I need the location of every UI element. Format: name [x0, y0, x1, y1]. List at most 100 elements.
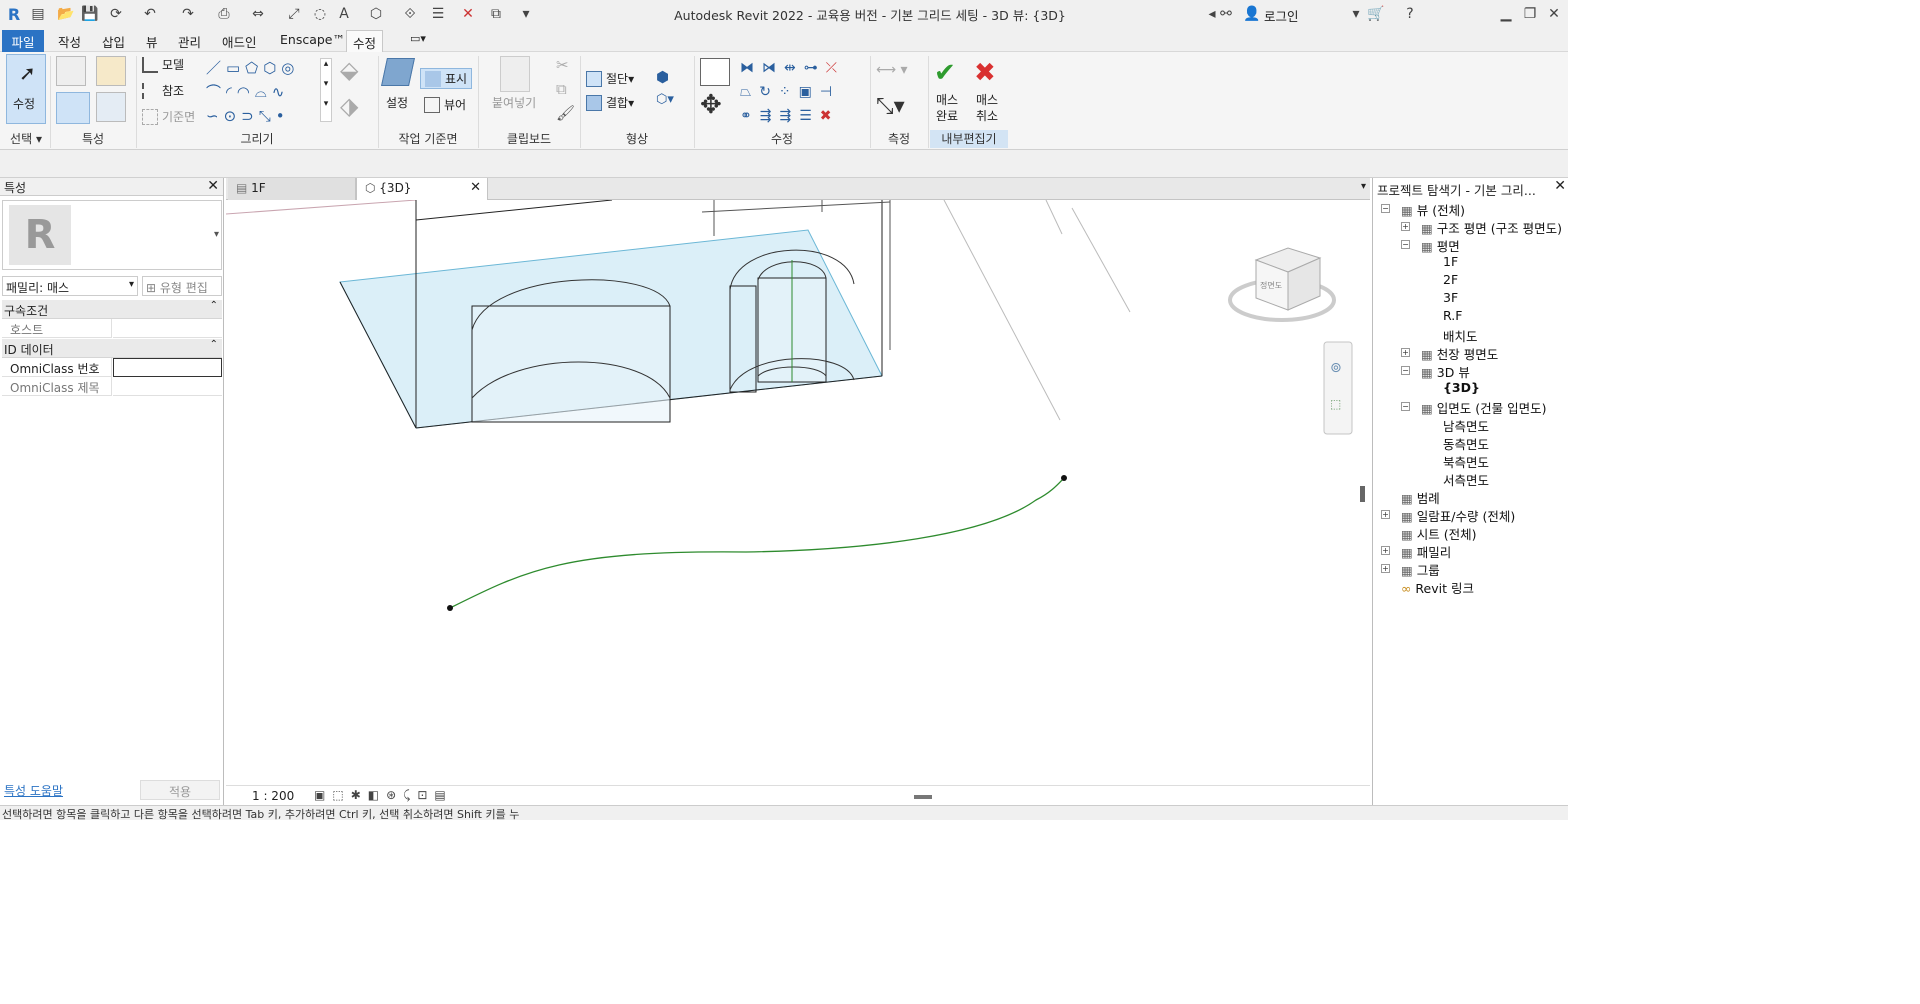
browser-item[interactable]: ▦ 그룹 [1401, 560, 1440, 579]
browser-item[interactable]: 3F [1443, 290, 1458, 305]
draw-row-2[interactable]: ⌒◜◠⌓∿ [206, 80, 318, 104]
browser-item[interactable]: ▦ 일람표/수량 (전체) [1401, 506, 1515, 525]
close-browser-icon[interactable]: ✕ [1554, 178, 1566, 194]
browser-item[interactable]: ▦ 시트 (전체) [1401, 524, 1477, 543]
join-geometry-button[interactable]: 결합 ▾ [586, 94, 634, 111]
view-tab-3d[interactable]: ⬡ {3D} ✕ [356, 178, 488, 200]
modify-row-3[interactable]: ⚭⇶⇶☰✖ [740, 104, 864, 128]
browser-item[interactable]: 남측면도 [1443, 416, 1489, 435]
model-canvas[interactable]: 정면도 ⊚ ⬚ [226, 200, 1370, 783]
paste-icon[interactable] [500, 56, 530, 92]
browser-item[interactable]: ▦ 범례 [1401, 488, 1440, 507]
modify-row-2[interactable]: ⏢↻⁘▣⊣ [740, 80, 864, 104]
family-category-icon[interactable] [96, 92, 126, 122]
restore-icon[interactable]: ❐ [1520, 4, 1540, 24]
align-icon[interactable] [700, 58, 730, 86]
vertical-scrollbar-thumb[interactable] [1360, 486, 1365, 502]
app-menu-icon[interactable]: ▤ [28, 4, 48, 24]
properties-icon[interactable] [56, 56, 86, 86]
finish-mass-icon[interactable]: ✔ [934, 58, 956, 88]
cut-geometry-button[interactable]: 절단 ▾ [586, 70, 634, 87]
cancel-mass-button[interactable]: 매스 취소 [976, 92, 998, 124]
sync-icon[interactable]: ⟳ [106, 4, 126, 24]
tree-toggle-icon[interactable]: − [1381, 204, 1390, 213]
open-icon[interactable]: 📂 [56, 4, 76, 24]
section-icon[interactable]: ⟐ [400, 4, 420, 24]
tree-toggle-icon[interactable]: + [1381, 546, 1390, 555]
copy-icon[interactable]: ⧉ [556, 80, 567, 98]
browser-item[interactable]: 북측면도 [1443, 452, 1489, 471]
match-properties-icon[interactable]: 🖌 [556, 104, 575, 122]
tab-create[interactable]: 작성 [52, 30, 87, 52]
tree-toggle-icon[interactable]: − [1401, 402, 1410, 411]
tab-insert[interactable]: 삽입 [96, 30, 131, 52]
type-selector-dropdown-icon[interactable]: ▾ [214, 229, 219, 240]
view-control-icons[interactable]: ▣⬚✱◧⊛⤹⊡▤ [314, 788, 453, 803]
undo-icon[interactable]: ↶ [140, 4, 160, 24]
tree-toggle-icon[interactable]: + [1381, 510, 1390, 519]
view-cube[interactable]: 정면도 [1228, 247, 1336, 322]
user-icon[interactable]: 👤 [1242, 4, 1262, 24]
cart-icon[interactable]: 🛒 [1366, 4, 1386, 24]
browser-item[interactable]: ▦ 평면 [1421, 236, 1460, 255]
cancel-mass-icon[interactable]: ✖ [974, 58, 996, 88]
pick-faces-icon[interactable]: ⬗ [340, 92, 372, 124]
type-properties-icon[interactable] [96, 56, 126, 86]
dimension-icon[interactable]: ⤢ [284, 4, 304, 24]
cut-icon[interactable]: ✂ [556, 56, 569, 74]
draw-gallery-scroll[interactable]: ▴ ▾ ▾ [320, 58, 332, 122]
pick-lines-icon[interactable]: ⬙ [340, 56, 372, 88]
model-line-button[interactable]: 모델 [142, 56, 184, 73]
close-properties-icon[interactable]: ✕ [207, 178, 219, 194]
browser-item[interactable]: 동측면도 [1443, 434, 1489, 453]
split-face-icon[interactable]: ⬡▾ [656, 92, 674, 107]
browser-item[interactable]: ∞ Revit 링크 [1401, 578, 1474, 597]
wall-join-icon[interactable]: ⬢ [656, 68, 669, 86]
set-workplane-icon[interactable] [381, 58, 415, 86]
browser-item[interactable]: 2F [1443, 272, 1458, 287]
customize-qat-icon[interactable]: ▾ [516, 4, 536, 24]
text-icon[interactable]: A [334, 4, 354, 24]
navigation-bar[interactable] [1323, 341, 1353, 435]
help-icon[interactable]: ? [1400, 4, 1420, 24]
browser-item[interactable]: ▦ 구조 평면 (구조 평면도) [1421, 218, 1562, 237]
plane-button[interactable]: 기준면 [142, 108, 195, 125]
tab-file[interactable]: 파일 [2, 30, 44, 52]
modify-row-1[interactable]: ⧓⧒⇹⊶⤫ [740, 56, 864, 80]
drawing-area[interactable]: ▤ 1F ⬡ {3D} ✕ ▾ 정면도 ⊚ ⬚ 1: 200 ▣⬚✱◧⊛⤹⊡▤ [226, 178, 1370, 805]
tab-modify[interactable]: 수정 [346, 30, 384, 52]
family-filter[interactable]: 패밀리: 매스 ▾ [2, 276, 138, 296]
redo-icon[interactable]: ↷ [178, 4, 198, 24]
3d-view-icon[interactable]: ⬡ [366, 4, 386, 24]
category-id-data[interactable]: ID 데이터 ⌃ [2, 339, 222, 358]
view-scale[interactable]: 1 : 200 [252, 789, 294, 803]
tab-manage[interactable]: 관리 [172, 30, 207, 52]
tree-toggle-icon[interactable]: + [1381, 564, 1390, 573]
category-constraints[interactable]: 구속조건 ⌃ [2, 300, 222, 319]
finish-mass-button[interactable]: 매스 완료 [936, 92, 958, 124]
tree-toggle-icon[interactable]: − [1401, 366, 1410, 375]
browser-item[interactable]: {3D} [1443, 380, 1480, 395]
horizontal-scrollbar-thumb[interactable] [914, 795, 932, 799]
login-link[interactable]: 로그인 [1264, 6, 1299, 25]
tab-list-dropdown-icon[interactable]: ▾ [1361, 181, 1366, 192]
print-icon[interactable]: ⎙ [214, 4, 234, 24]
close-hidden-icon[interactable]: ✕ [458, 4, 478, 24]
browser-item[interactable]: 배치도 [1443, 326, 1478, 345]
tree-toggle-icon[interactable]: + [1401, 222, 1410, 231]
binoculars-icon[interactable]: ⚯ [1216, 4, 1236, 24]
edit-type-button[interactable]: ⊞ 유형 편집 [142, 276, 222, 296]
browser-item[interactable]: ▦ 뷰 (전체) [1401, 200, 1465, 219]
close-window-icon[interactable]: ✕ [1544, 4, 1564, 24]
revit-logo-icon[interactable]: R [4, 4, 24, 24]
modify-button[interactable]: ➚ 수정 [6, 54, 46, 124]
browser-item[interactable]: ▦ 입면도 (건물 입면도) [1421, 398, 1547, 417]
tab-addins[interactable]: 애드인 [216, 30, 263, 52]
browser-item[interactable]: ▦ 3D 뷰 [1421, 362, 1470, 381]
measure-icon[interactable]: ⇔ [248, 4, 268, 24]
thin-lines-icon[interactable]: ☰ [428, 4, 448, 24]
draw-row-3[interactable]: ∽⊙⊃⤡• [206, 104, 318, 128]
close-tab-icon[interactable]: ✕ [470, 180, 481, 195]
family-types-icon[interactable] [56, 92, 90, 124]
switch-windows-icon[interactable]: ⧉ [486, 4, 506, 24]
